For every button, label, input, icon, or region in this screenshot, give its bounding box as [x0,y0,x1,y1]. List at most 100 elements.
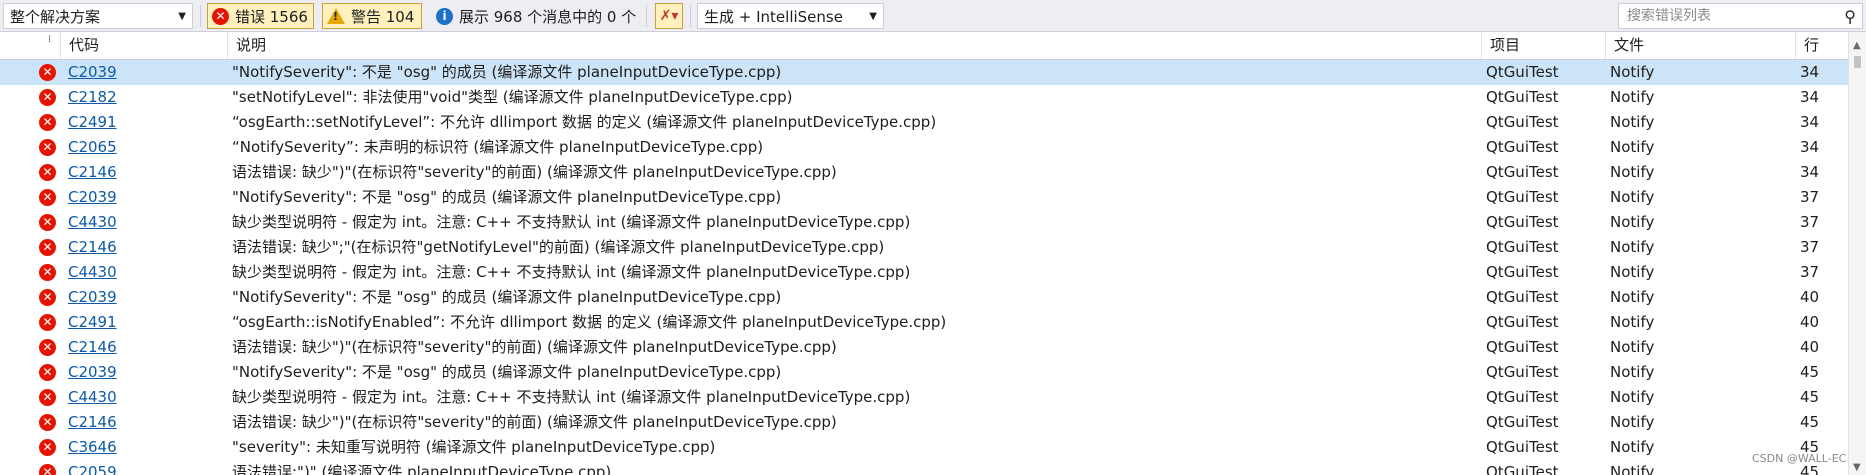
error-code-link[interactable]: C4430 [68,385,223,410]
error-code-link[interactable]: C2039 [68,60,223,85]
column-options-icon[interactable]: ⁞ [48,34,51,45]
error-icon: ✕ [39,414,56,431]
error-icon-cell: ✕ [39,410,59,435]
table-row[interactable]: ✕ C2039 "NotifySeverity": 不是 "osg" 的成员 (编译… [0,360,1848,385]
error-code-link[interactable]: C2146 [68,410,223,435]
error-code-link[interactable]: C2182 [68,85,223,110]
error-code-link[interactable]: C2146 [68,335,223,360]
table-row[interactable]: ✕ C4430 缺少类型说明符 - 假定为 int。注意: C++ 不支持默认 in… [0,385,1848,410]
warning-icon [327,8,345,24]
table-row[interactable]: ✕ C2039 "NotifySeverity": 不是 "osg" 的成员 (编译… [0,185,1848,210]
error-code-link[interactable]: C2146 [68,160,223,185]
error-code-link[interactable]: C2146 [68,235,223,260]
error-line: 37 [1800,263,1820,281]
error-description: "NotifySeverity": 不是 "osg" 的成员 (编译源文件 pl… [232,288,782,306]
table-row[interactable]: ✕ C3646 "severity": 未知重写说明符 (编译源文件 planeIn… [0,435,1848,460]
error-icon-cell: ✕ [39,160,59,185]
error-code-link[interactable]: C2039 [68,185,223,210]
error-line: 34 [1800,88,1820,106]
error-icon-cell: ✕ [39,235,59,260]
error-icon: ✕ [39,114,56,131]
scroll-down-icon[interactable]: ▼ [1853,462,1861,473]
table-row[interactable]: ✕ C4430 缺少类型说明符 - 假定为 int。注意: C++ 不支持默认 in… [0,260,1848,285]
table-row[interactable]: ✕ C4430 缺少类型说明符 - 假定为 int。注意: C++ 不支持默认 in… [0,210,1848,235]
scope-dropdown-value: 整个解决方案 [10,7,101,26]
error-line: 45 [1800,388,1820,406]
error-project: QtGuiTest [1486,438,1559,456]
error-file: Notify [1610,288,1655,306]
table-row[interactable]: ✕ C2065 “NotifySeverity”: 未声明的标识符 (编译源文件 p… [0,135,1848,160]
table-row[interactable]: ✕ C2146 语法错误: 缺少")"(在标识符"severity"的前面) (编译… [0,160,1848,185]
error-code-link[interactable]: C4430 [68,210,223,235]
error-code-link[interactable]: C2039 [68,285,223,310]
error-code-link[interactable]: C2039 [68,360,223,385]
table-row[interactable]: ✕ C2039 "NotifySeverity": 不是 "osg" 的成员 (编译… [0,285,1848,310]
error-icon: ✕ [39,314,56,331]
table-row[interactable]: ✕ C2491 “osgEarth::isNotifyEnabled”: 不允许 d… [0,310,1848,335]
error-description: "setNotifyLevel": 非法使用"void"类型 (编译源文件 pl… [232,88,793,106]
error-code-link[interactable]: C2065 [68,135,223,160]
table-row[interactable]: ✕ C2182 "setNotifyLevel": 非法使用"void"类型 (编译… [0,85,1848,110]
error-code-link[interactable]: C2491 [68,110,223,135]
error-project: QtGuiTest [1486,88,1559,106]
search-icon[interactable]: ⚲ [1844,7,1856,26]
column-header-line[interactable]: 行 [1795,32,1848,59]
chevron-down-icon: ▼ [178,10,186,22]
error-project: QtGuiTest [1486,213,1559,231]
error-list-window: 整个解决方案 ▼ ✕ 错误 1566 警告 104 i 展示 968 个消息中的… [0,0,1866,475]
table-row[interactable]: ✕ C2039 "NotifySeverity": 不是 "osg" 的成员 (编译… [0,60,1848,85]
column-header-project[interactable]: 项目 [1481,32,1605,59]
column-header-description[interactable]: 说明 [227,32,1481,59]
scroll-up-icon[interactable]: ▲ [1853,40,1861,51]
warnings-filter-button[interactable]: 警告 104 [322,3,422,29]
toolbar-divider [200,5,201,27]
error-file: Notify [1610,313,1655,331]
error-code-link[interactable]: C2491 [68,310,223,335]
error-code-link[interactable]: C3646 [68,435,223,460]
error-icon-cell: ✕ [39,260,59,285]
scrollbar-thumb[interactable] [1854,56,1861,68]
error-line: 37 [1800,213,1820,231]
error-icon: ✕ [39,339,56,356]
table-row[interactable]: ✕ C2146 语法错误: 缺少")"(在标识符"severity"的前面) (编译… [0,335,1848,360]
messages-filter-button[interactable]: i 展示 968 个消息中的 0 个 [431,3,640,29]
error-project: QtGuiTest [1486,63,1559,81]
error-project: QtGuiTest [1486,288,1559,306]
error-code-link[interactable]: C2059 [68,460,223,475]
build-source-dropdown[interactable]: 生成 + IntelliSense ▼ [697,3,884,29]
toolbar-divider [646,5,647,27]
error-project: QtGuiTest [1486,363,1559,381]
warnings-filter-label: 警告 104 [351,7,415,26]
error-icon-cell: ✕ [39,110,59,135]
error-project: QtGuiTest [1486,163,1559,181]
errors-filter-button[interactable]: ✕ 错误 1566 [207,3,314,29]
search-input[interactable] [1625,7,1829,25]
table-row[interactable]: ✕ C2491 “osgEarth::setNotifyLevel”: 不允许 dl… [0,110,1848,135]
error-line: 34 [1800,113,1820,131]
error-description: 缺少类型说明符 - 假定为 int。注意: C++ 不支持默认 int (编译源… [232,263,911,281]
error-icon-cell: ✕ [39,435,59,460]
toolbar-divider [690,5,691,27]
error-file: Notify [1610,388,1655,406]
table-row[interactable]: ✕ C2059 语法错误:")" (编译源文件 planeInputDeviceTy… [0,460,1848,475]
scope-dropdown[interactable]: 整个解决方案 ▼ [3,3,193,29]
error-project: QtGuiTest [1486,388,1559,406]
table-row[interactable]: ✕ C2146 语法错误: 缺少")"(在标识符"severity"的前面) (编译… [0,410,1848,435]
column-header-file[interactable]: 文件 [1605,32,1795,59]
error-project: QtGuiTest [1486,188,1559,206]
vertical-scrollbar[interactable]: ▲ ▼ [1848,32,1866,475]
error-list-rows: ✕ C2039 "NotifySeverity": 不是 "osg" 的成员 (编译… [0,60,1848,475]
error-line: 34 [1800,163,1820,181]
search-error-list[interactable]: ⚲ [1618,3,1863,29]
error-icon-cell: ✕ [39,460,59,475]
error-line: 45 [1800,413,1820,431]
column-header-code[interactable]: 代码 [60,32,227,59]
error-icon: ✕ [39,464,56,475]
table-row[interactable]: ✕ C2146 语法错误: 缺少";"(在标识符"getNotifyLevel"的前… [0,235,1848,260]
error-project: QtGuiTest [1486,313,1559,331]
error-icon-cell: ✕ [39,310,59,335]
error-code-link[interactable]: C4430 [68,260,223,285]
filter-toggle-button[interactable]: ✗▾ [655,3,683,29]
error-file: Notify [1610,113,1655,131]
filter-icon: ✗▾ [659,8,679,24]
